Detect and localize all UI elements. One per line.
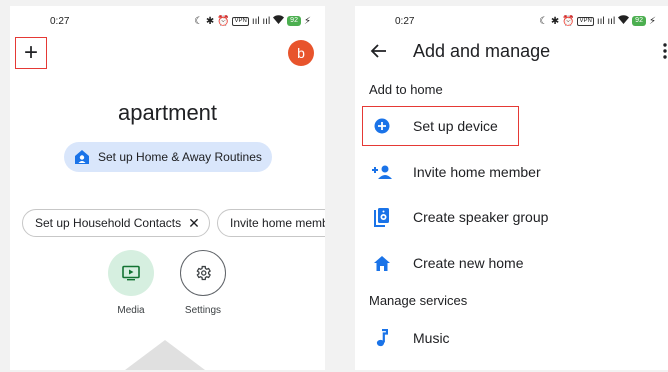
- add-circle-icon: [371, 115, 393, 137]
- page-title: Add and manage: [413, 41, 551, 61]
- create-new-home-label: Create new home: [413, 255, 524, 271]
- vpn-icon: VPN: [577, 16, 594, 26]
- invite-chip-label: Invite home memb: [230, 216, 325, 230]
- create-new-home-item[interactable]: Create new home: [363, 243, 663, 283]
- house-illustration: [125, 340, 205, 370]
- media-action[interactable]: Media: [107, 250, 155, 316]
- invite-home-member-item[interactable]: Invite home member: [363, 152, 663, 192]
- status-time: 0:27: [395, 16, 415, 27]
- home-away-icon: [75, 150, 89, 164]
- create-speaker-group-item[interactable]: Create speaker group: [363, 197, 663, 237]
- create-speaker-group-label: Create speaker group: [413, 209, 549, 225]
- status-icons: ☾ ✱ ⏰ VPN ııl ııl 92 ⚡: [539, 15, 656, 27]
- music-item[interactable]: Music: [363, 318, 663, 358]
- status-bar: 0:27 ☾ ✱ ⏰ VPN ııl ııl 92 ⚡: [355, 15, 668, 29]
- close-icon[interactable]: ✕: [188, 215, 200, 232]
- music-note-icon: [371, 327, 393, 349]
- add-button[interactable]: +: [15, 37, 47, 69]
- add-and-manage-screen: 0:27 ☾ ✱ ⏰ VPN ııl ııl 92 ⚡ Add and mana…: [355, 6, 668, 370]
- status-time: 0:27: [50, 16, 70, 27]
- settings-circle[interactable]: [180, 250, 226, 296]
- media-circle[interactable]: [108, 250, 154, 296]
- signal-icon: ııl ııl: [596, 15, 616, 27]
- invite-home-member-chip[interactable]: Invite home memb: [217, 209, 325, 237]
- routines-chip-label: Set up Home & Away Routines: [98, 150, 262, 164]
- plus-icon: +: [23, 39, 38, 66]
- settings-label: Settings: [184, 305, 222, 316]
- invite-home-member-label: Invite home member: [413, 164, 541, 180]
- speaker-group-icon: [371, 206, 393, 228]
- person-add-icon: [371, 161, 393, 183]
- media-icon: [122, 265, 140, 281]
- routines-chip[interactable]: Set up Home & Away Routines: [64, 142, 272, 172]
- section-manage-services: Manage services: [369, 293, 468, 308]
- music-label: Music: [413, 330, 450, 346]
- home-icon: [371, 252, 393, 274]
- battery-icon: 92: [632, 16, 646, 26]
- status-bar: 0:27 ☾ ✱ ⏰ VPN ııl ııl 92 ⚡: [10, 15, 325, 29]
- section-add-to-home: Add to home: [369, 82, 443, 97]
- charging-icon: ⚡: [648, 15, 656, 27]
- status-icons-glyphs: ☾ ✱ ⏰: [194, 15, 230, 27]
- household-contacts-chip[interactable]: Set up Household Contacts ✕: [22, 209, 210, 237]
- status-icons-glyphs: ☾ ✱ ⏰: [539, 15, 575, 27]
- settings-action[interactable]: Settings: [179, 250, 227, 316]
- wifi-icon: [618, 15, 630, 27]
- gear-icon: [196, 265, 211, 281]
- back-arrow-icon[interactable]: [369, 42, 387, 60]
- charging-icon: ⚡: [303, 15, 311, 27]
- home-title: apartment: [117, 100, 218, 125]
- household-contacts-label: Set up Household Contacts: [35, 216, 182, 230]
- signal-icon: ııl ııl: [251, 15, 271, 27]
- avatar[interactable]: b: [288, 40, 314, 66]
- home-screen: 0:27 ☾ ✱ ⏰ VPN ııl ııl 92 ⚡ + b apartmen…: [10, 6, 325, 370]
- media-label: Media: [117, 305, 145, 316]
- set-up-device-label: Set up device: [413, 118, 498, 134]
- set-up-device-item[interactable]: Set up device: [362, 106, 519, 146]
- battery-icon: 92: [287, 16, 301, 26]
- status-icons: ☾ ✱ ⏰ VPN ııl ııl 92 ⚡: [194, 15, 311, 27]
- vpn-icon: VPN: [232, 16, 249, 26]
- wifi-icon: [273, 15, 285, 27]
- more-options-icon[interactable]: [662, 42, 668, 60]
